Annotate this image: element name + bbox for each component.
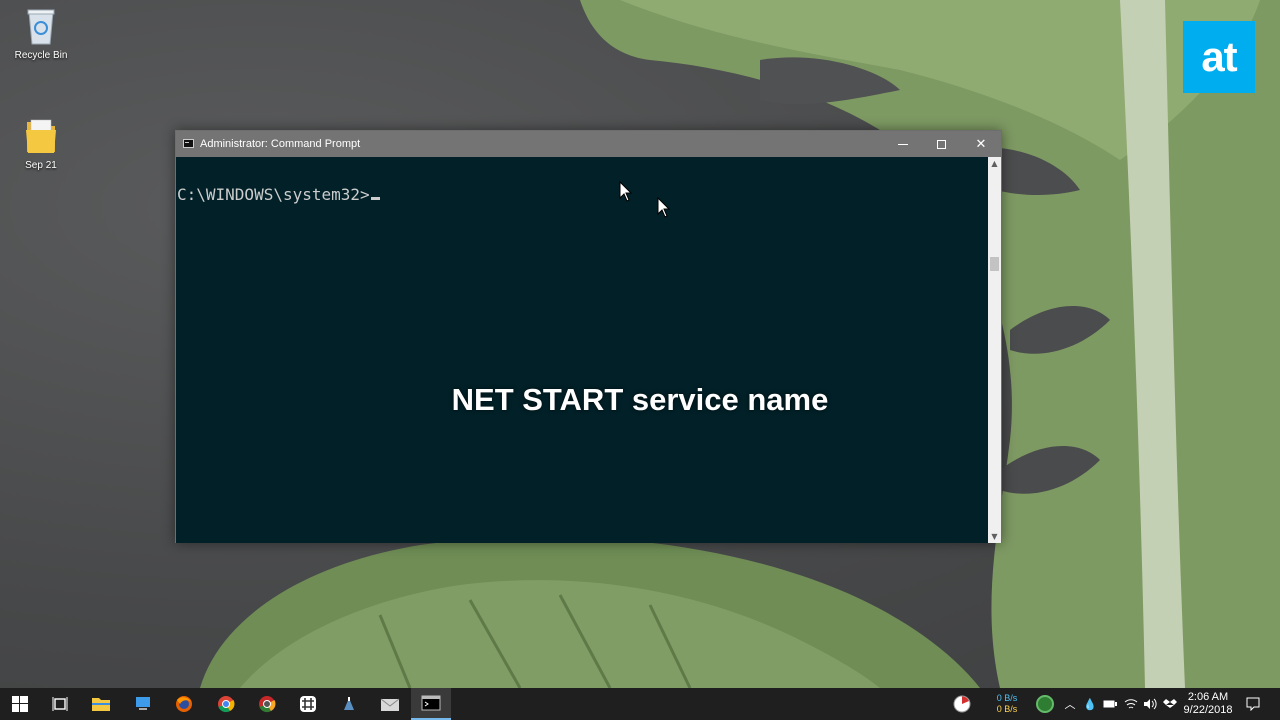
tray-battery[interactable] [1101, 688, 1119, 720]
taskbar-mail[interactable] [370, 688, 410, 720]
minimize-button[interactable] [884, 131, 922, 157]
desktop-icon-label: Recycle Bin [14, 50, 68, 61]
dropbox-icon [1163, 699, 1177, 708]
window-titlebar[interactable]: Administrator: Command Prompt ✕ [176, 131, 1001, 157]
minimize-icon [898, 143, 908, 145]
battery-icon [1103, 700, 1117, 708]
desktop-icon-recycle-bin[interactable]: Recycle Bin [6, 6, 76, 61]
close-button[interactable]: ✕ [962, 131, 1000, 157]
scroll-thumb[interactable] [990, 257, 999, 271]
prompt-text: C:\WINDOWS\system32> [177, 185, 370, 204]
text-cursor [370, 197, 380, 200]
app-icon [344, 697, 354, 710]
taskbar-file-explorer[interactable] [81, 688, 121, 720]
tray-droplet[interactable]: 💧 [1082, 688, 1098, 720]
chrome-icon [218, 696, 235, 713]
scroll-up-icon[interactable]: ▲ [990, 159, 999, 168]
chrome-canary-icon [259, 696, 276, 713]
taskbar-slack[interactable] [288, 688, 328, 720]
desktop-icon-folder[interactable]: Sep 21 [6, 116, 76, 171]
mail-icon [380, 698, 400, 711]
pc-icon [136, 697, 150, 710]
tray-volume[interactable] [1141, 688, 1159, 720]
task-view-icon [52, 697, 68, 711]
prompt-line: C:\WINDOWS\system32> [177, 185, 380, 204]
task-view-button[interactable] [40, 688, 80, 720]
taskbar-this-pc[interactable] [123, 688, 163, 720]
clock-date: 9/22/2018 [1183, 704, 1233, 716]
window-title: Administrator: Command Prompt [200, 138, 361, 150]
taskbar-chrome-canary[interactable] [247, 688, 287, 720]
tray-ram-meter[interactable] [1033, 688, 1057, 720]
maximize-button[interactable] [922, 131, 960, 157]
mouse-pointer-icon [657, 197, 671, 218]
scroll-down-icon[interactable]: ▼ [990, 532, 999, 541]
command-prompt-icon [421, 695, 441, 711]
taskbar-command-prompt[interactable] [411, 688, 451, 720]
tray-network-speed: 0 B/s 0 B/s [992, 693, 1022, 715]
taskbar-firefox[interactable] [164, 688, 204, 720]
action-center-button[interactable] [1240, 688, 1266, 720]
overlay-caption: NET START service name [451, 382, 829, 417]
console-icon [183, 139, 194, 148]
network-upload-speed: 0 B/s [996, 693, 1018, 703]
ram-meter-icon [1036, 695, 1054, 713]
tray-wifi[interactable] [1122, 688, 1140, 720]
tray-clock[interactable]: 2:06 AM 9/22/2018 [1180, 691, 1236, 717]
taskbar-chrome[interactable] [206, 688, 246, 720]
brand-logo: at [1183, 21, 1255, 93]
mouse-pointer-icon [619, 181, 633, 202]
tray-dropbox[interactable] [1161, 688, 1179, 720]
slack-icon [300, 696, 316, 712]
maximize-icon [936, 139, 946, 149]
close-icon: ✕ [975, 136, 987, 151]
droplet-icon: 💧 [1083, 698, 1097, 711]
windows-start-icon [12, 696, 28, 712]
recycle-bin-icon [23, 6, 59, 46]
wifi-icon [1124, 699, 1138, 709]
taskbar-app[interactable] [329, 688, 369, 720]
volume-icon [1144, 698, 1157, 710]
network-download-speed: 0 B/s [996, 704, 1018, 714]
start-button[interactable] [0, 688, 40, 720]
notification-icon [1246, 697, 1260, 711]
tray-overflow-chevron[interactable]: ︿ [1062, 688, 1078, 720]
desktop-icon-label: Sep 21 [25, 160, 57, 171]
tray-cpu-meter[interactable] [950, 688, 974, 720]
console-area[interactable]: C:\WINDOWS\system32> [176, 157, 988, 543]
clock-time: 2:06 AM [1187, 691, 1229, 703]
firefox-icon [176, 696, 192, 712]
taskbar: 0 B/s 0 B/s ︿ 💧 2:06 AM 9/22/2018 [0, 688, 1280, 720]
command-prompt-window[interactable]: Administrator: Command Prompt ✕ C:\WINDO… [175, 130, 1002, 543]
folder-icon [23, 116, 59, 156]
chevron-up-icon: ︿ [1064, 699, 1076, 711]
file-explorer-icon [92, 698, 110, 711]
cpu-meter-icon [953, 695, 971, 713]
vertical-scrollbar[interactable]: ▲ ▼ [988, 157, 1001, 543]
